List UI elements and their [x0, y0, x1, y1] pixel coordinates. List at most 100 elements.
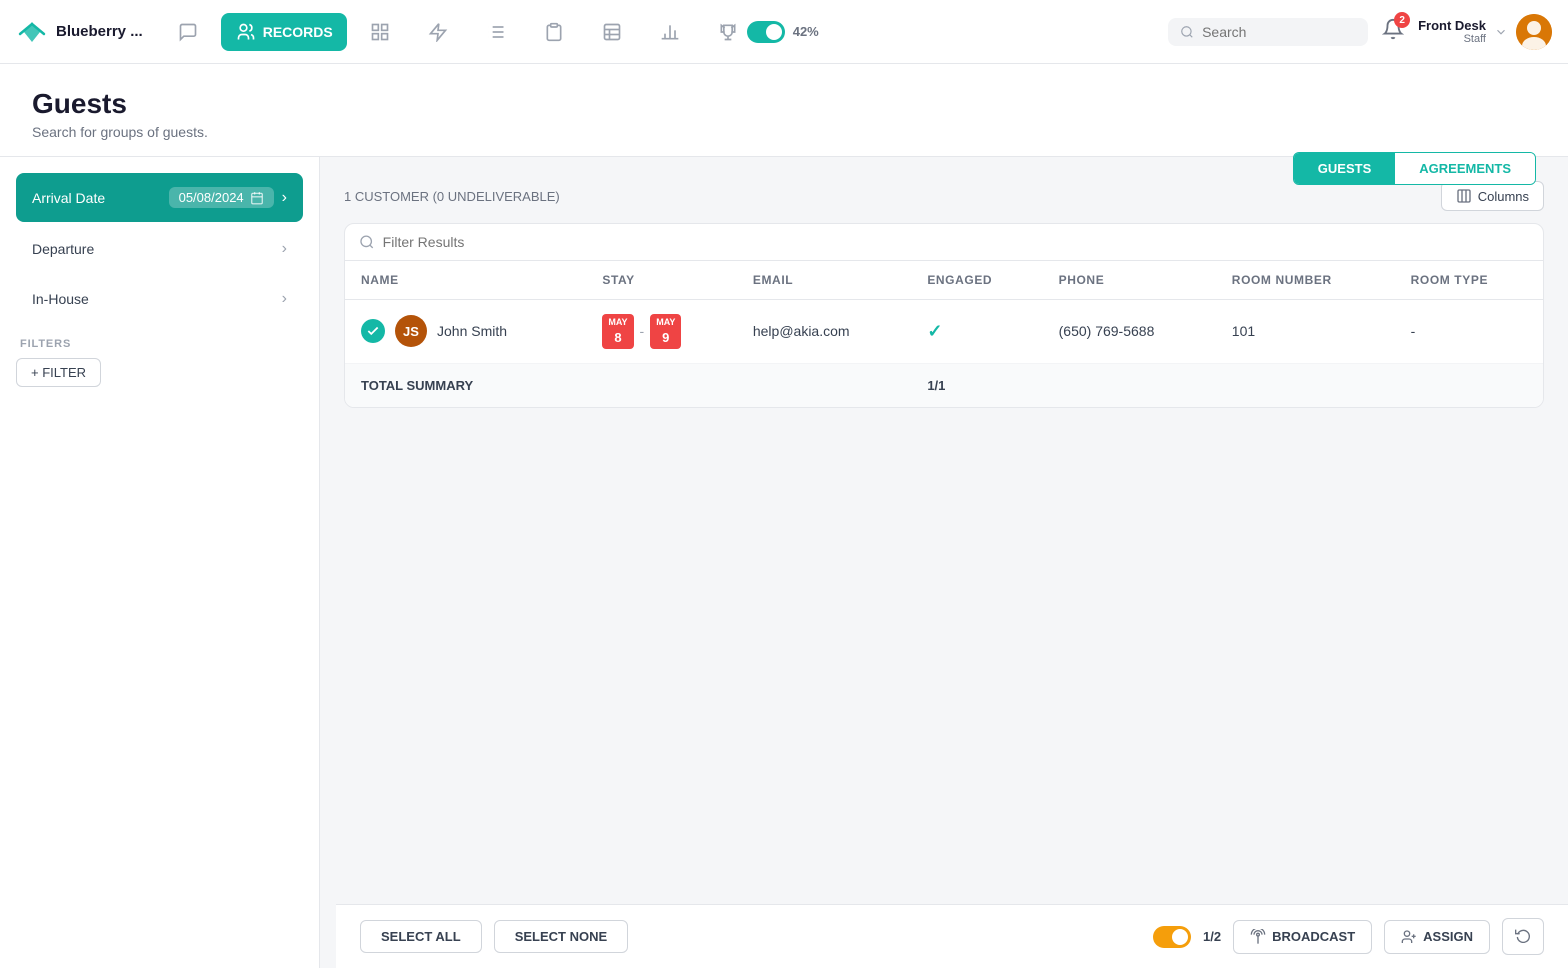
col-email: EMAIL — [737, 261, 911, 300]
nav-records[interactable]: RECORDS — [221, 13, 347, 51]
assign-button[interactable]: ASSIGN — [1384, 920, 1490, 954]
lightning-icon — [427, 21, 449, 43]
broadcast-icon — [1250, 929, 1266, 945]
nav-clipboard[interactable] — [529, 13, 579, 51]
total-summary-value: 1/1 — [911, 363, 1042, 407]
table-container: NAME STAY EMAIL ENGAGED PHONE ROOM NUMBE… — [344, 223, 1544, 408]
select-none-button[interactable]: SELECT NONE — [494, 920, 628, 953]
user-name: Front Desk — [1418, 18, 1486, 33]
table-body: JS John Smith MAY 8 - — [345, 300, 1543, 407]
nav-list[interactable] — [471, 13, 521, 51]
tab-agreements[interactable]: AGREEMENTS — [1395, 153, 1535, 184]
list-icon — [485, 21, 507, 43]
notification-badge: 2 — [1394, 12, 1410, 28]
filter-results-row[interactable] — [345, 224, 1543, 261]
chat-icon — [177, 21, 199, 43]
bottom-bar: SELECT ALL SELECT NONE 1/2 BROADCAST ASS… — [336, 904, 1568, 968]
guests-table: NAME STAY EMAIL ENGAGED PHONE ROOM NUMBE… — [345, 261, 1543, 407]
content-area: 1 CUSTOMER (0 UNDELIVERABLE) Columns — [320, 157, 1568, 968]
nav-chart[interactable] — [645, 13, 695, 51]
pagination: 1/2 — [1203, 929, 1221, 944]
cell-room-type: - — [1395, 300, 1543, 364]
sidebar-item-departure[interactable]: Departure › — [16, 226, 303, 272]
stay-start-badge: MAY 8 — [602, 314, 633, 349]
chevron-down-icon — [1494, 25, 1508, 39]
guest-avatar: JS — [395, 315, 427, 347]
row-checkbox[interactable] — [361, 319, 385, 343]
sidebar: Arrival Date 05/08/2024 › Departure › — [0, 157, 320, 968]
user-area[interactable]: Front Desk Staff — [1418, 14, 1552, 50]
customer-count: 1 CUSTOMER (0 UNDELIVERABLE) — [344, 189, 560, 204]
col-stay: STAY — [586, 261, 737, 300]
columns-label: Columns — [1478, 189, 1529, 204]
cell-engaged: ✓ — [911, 300, 1042, 364]
brand: Blueberry ... — [16, 16, 143, 48]
sidebar-item-in-house[interactable]: In-House › — [16, 276, 303, 322]
cell-email: help@akia.com — [737, 300, 911, 364]
records-label: RECORDS — [263, 24, 333, 40]
filter-search-icon — [359, 234, 375, 250]
page-header: Guests Search for groups of guests. GUES… — [0, 64, 1568, 157]
tab-guests[interactable]: GUESTS — [1294, 153, 1395, 184]
grid-icon — [369, 21, 391, 43]
topnav: Blueberry ... RECORDS — [0, 0, 1568, 64]
col-name: NAME — [345, 261, 586, 300]
brand-logo-icon — [16, 16, 48, 48]
trophy-toggle-switch[interactable] — [747, 21, 785, 43]
table-header: NAME STAY EMAIL ENGAGED PHONE ROOM NUMBE… — [345, 261, 1543, 300]
broadcast-button[interactable]: BROADCAST — [1233, 920, 1372, 954]
page-body: Guests Search for groups of guests. GUES… — [0, 64, 1568, 968]
search-input[interactable] — [1202, 24, 1356, 40]
filter-results-input[interactable] — [383, 234, 1529, 250]
assign-label: ASSIGN — [1423, 929, 1473, 944]
content-header: 1 CUSTOMER (0 UNDELIVERABLE) Columns — [344, 181, 1544, 211]
cell-name: JS John Smith — [345, 300, 586, 364]
search-icon — [1180, 24, 1194, 40]
search-box[interactable] — [1168, 18, 1368, 46]
guest-name: John Smith — [437, 323, 507, 339]
brand-name: Blueberry ... — [56, 23, 143, 40]
page-tabs: GUESTS AGREEMENTS — [1293, 152, 1536, 185]
add-filter-button[interactable]: + FILTER — [16, 358, 101, 387]
sidebar-item-arrival-date[interactable]: Arrival Date 05/08/2024 › — [16, 173, 303, 222]
nav-chat[interactable] — [163, 13, 213, 51]
filters-section-label: FILTERS — [20, 338, 299, 350]
notification-button[interactable]: 2 — [1376, 12, 1410, 51]
avatar — [1516, 14, 1552, 50]
assign-icon — [1401, 929, 1417, 945]
total-summary-row: TOTAL SUMMARY 1/1 — [345, 363, 1543, 407]
arrival-date-label: Arrival Date — [32, 190, 105, 206]
main-layout: Arrival Date 05/08/2024 › Departure › — [0, 157, 1568, 968]
table-icon — [601, 21, 623, 43]
nav-trophy[interactable]: 42% — [703, 13, 833, 51]
trophy-icon — [717, 21, 739, 43]
columns-button[interactable]: Columns — [1441, 181, 1544, 211]
page-toggle — [1153, 926, 1191, 948]
cell-stay: MAY 8 - MAY 9 — [586, 300, 737, 364]
col-room-type: ROOM TYPE — [1395, 261, 1543, 300]
in-house-chevron-icon: › — [282, 290, 287, 308]
table-row: JS John Smith MAY 8 - — [345, 300, 1543, 364]
history-button[interactable] — [1502, 918, 1544, 955]
nav-lightning[interactable] — [413, 13, 463, 51]
broadcast-label: BROADCAST — [1272, 929, 1355, 944]
nav-table[interactable] — [587, 13, 637, 51]
stay-end-badge: MAY 9 — [650, 314, 681, 349]
in-house-label: In-House — [32, 291, 89, 307]
arrival-chevron-icon: › — [282, 189, 287, 207]
history-icon — [1515, 927, 1531, 943]
col-room-number: ROOM NUMBER — [1216, 261, 1395, 300]
clipboard-icon — [543, 21, 565, 43]
col-phone: PHONE — [1043, 261, 1216, 300]
page-title: Guests — [32, 88, 1536, 120]
page-toggle-switch[interactable] — [1153, 926, 1191, 948]
nav-grid[interactable] — [355, 13, 405, 51]
select-all-button[interactable]: SELECT ALL — [360, 920, 482, 953]
page-subtitle: Search for groups of guests. — [32, 124, 1536, 140]
engaged-checkmark: ✓ — [927, 321, 942, 341]
col-engaged: ENGAGED — [911, 261, 1042, 300]
cell-room-number: 101 — [1216, 300, 1395, 364]
arrival-date-pill: 05/08/2024 — [169, 187, 274, 208]
user-role: Staff — [1418, 33, 1486, 45]
departure-label: Departure — [32, 241, 94, 257]
